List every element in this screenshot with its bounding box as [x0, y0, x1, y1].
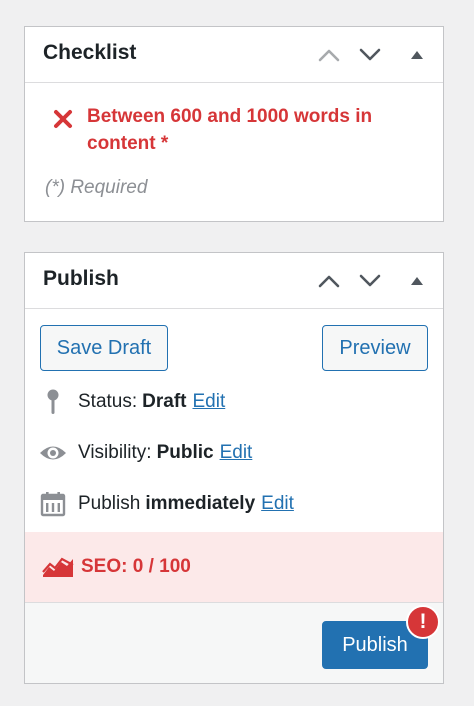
- visibility-label: Visibility:: [78, 442, 152, 463]
- publish-header: Publish: [25, 253, 443, 309]
- collapse-toggle-icon[interactable]: [403, 267, 431, 295]
- alert-badge: !: [406, 605, 440, 639]
- schedule-edit-link[interactable]: Edit: [261, 493, 294, 515]
- required-note: (*) Required: [45, 177, 148, 198]
- seo-score-text: SEO: 0 / 100: [81, 556, 191, 577]
- schedule-row: Publish immediately Edit: [39, 489, 294, 519]
- x-icon: [54, 110, 72, 128]
- checklist-item-text: Between 600 and 1000 words in content *: [87, 106, 373, 154]
- calendar-icon: [39, 490, 67, 518]
- visibility-value: Public: [156, 442, 214, 463]
- visibility-edit-link[interactable]: Edit: [220, 442, 253, 464]
- move-up-icon[interactable]: [315, 267, 343, 295]
- checklist-title: Checklist: [43, 41, 137, 64]
- status-row: Status: Draft Edit: [39, 387, 225, 417]
- status-edit-link[interactable]: Edit: [193, 391, 226, 413]
- eye-icon: [39, 439, 67, 467]
- seo-score-bar: SEO: 0 / 100: [25, 532, 443, 602]
- seo-score-icon: [42, 557, 74, 577]
- save-draft-button[interactable]: Save Draft: [40, 325, 168, 371]
- pin-icon: [39, 388, 67, 416]
- checklist-item: Between 600 and 1000 words in content *: [53, 103, 423, 157]
- checklist-header: Checklist: [25, 27, 443, 83]
- checklist-panel: Checklist Between 600 and 1000 words in …: [24, 26, 444, 222]
- status-label: Status:: [78, 391, 138, 412]
- publish-footer: Publish !: [25, 602, 443, 683]
- status-value: Draft: [142, 391, 187, 412]
- move-up-icon[interactable]: [315, 41, 343, 69]
- visibility-row: Visibility: Public Edit: [39, 438, 252, 468]
- preview-button[interactable]: Preview: [322, 325, 428, 371]
- publish-panel: Publish Save Draft Preview Status: Draft…: [24, 252, 444, 684]
- schedule-value: immediately: [145, 493, 256, 514]
- move-down-icon[interactable]: [356, 267, 384, 295]
- move-down-icon[interactable]: [356, 41, 384, 69]
- collapse-toggle-icon[interactable]: [403, 41, 431, 69]
- publish-title: Publish: [43, 267, 119, 290]
- schedule-label: Publish: [78, 493, 141, 514]
